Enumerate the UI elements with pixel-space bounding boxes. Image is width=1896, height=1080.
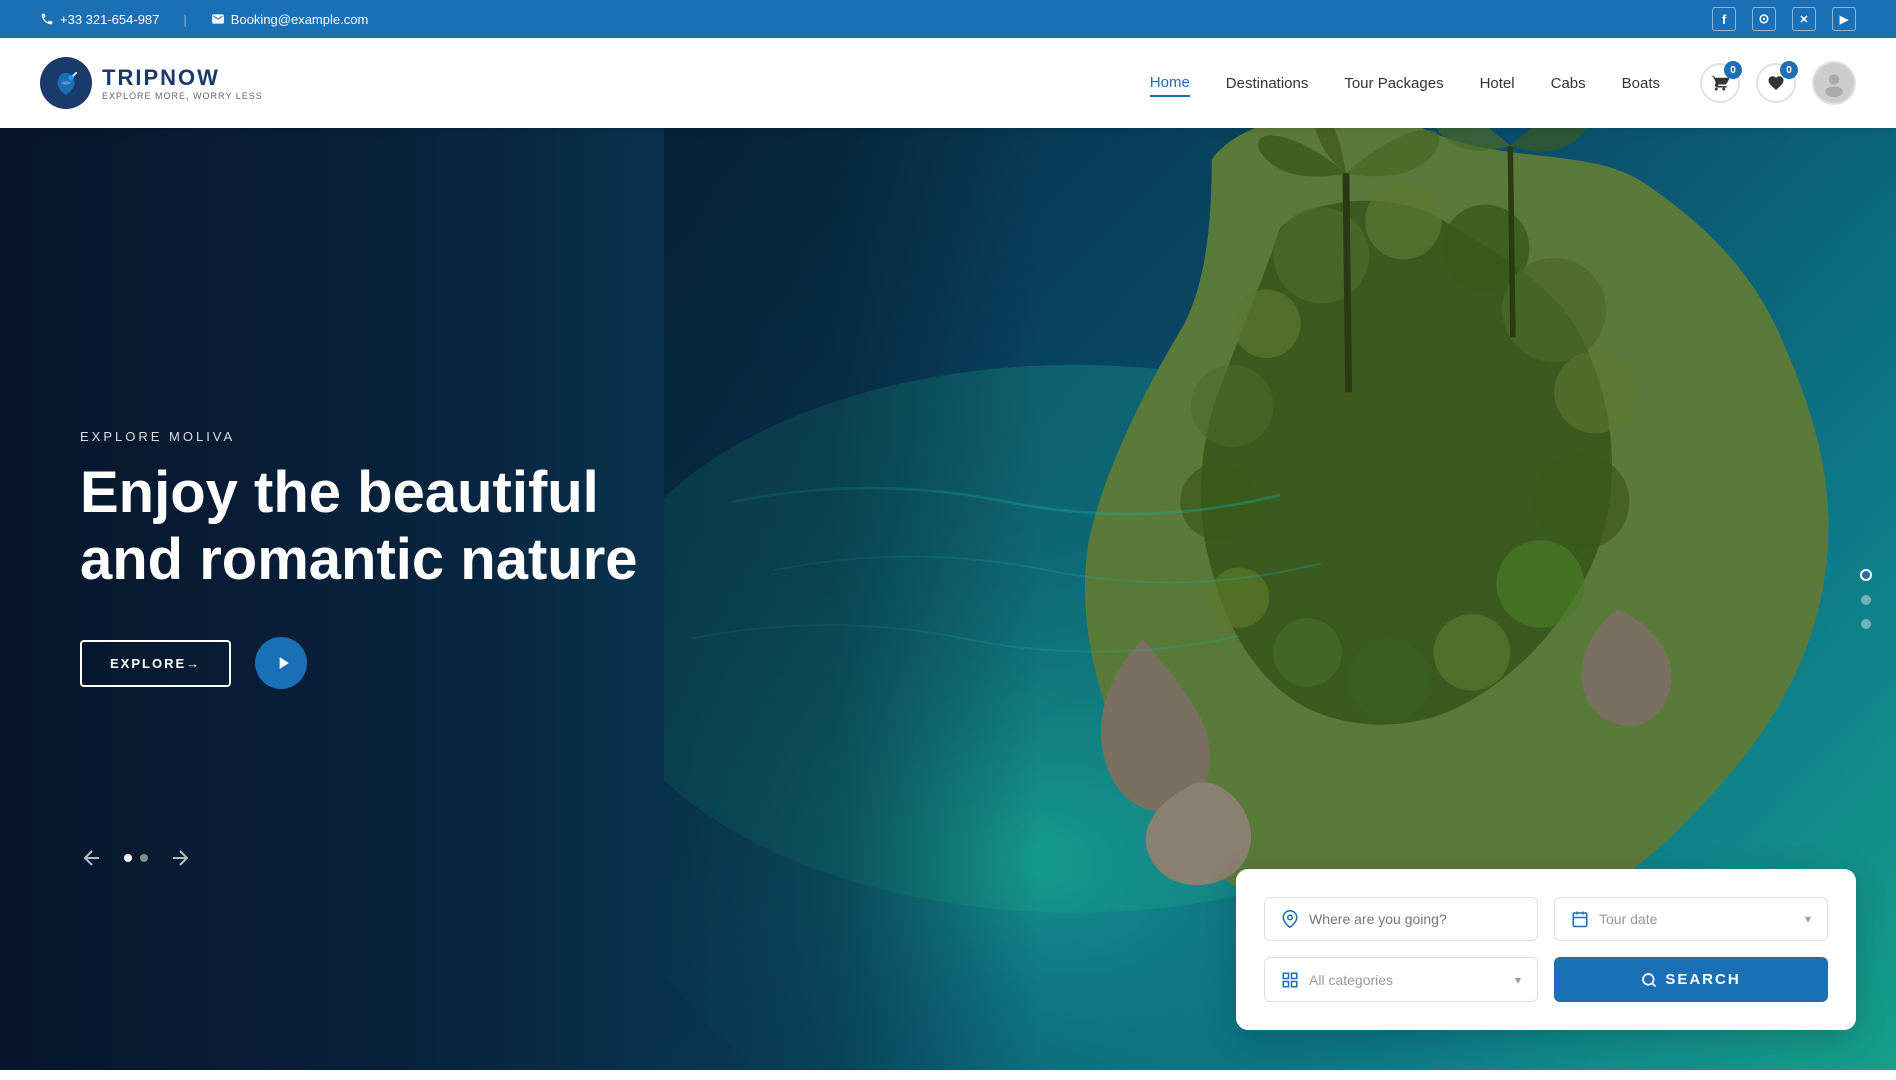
logo-icon: [40, 57, 92, 109]
email-icon: [211, 12, 225, 26]
nav-tour-packages[interactable]: Tour Packages: [1344, 71, 1443, 96]
hero-subtitle: EXPLORE MOLIVA: [80, 429, 1896, 444]
slide-arrows: [80, 846, 192, 870]
hero-title: Enjoy the beautiful and romantic nature: [80, 460, 680, 593]
search-panel: Tour date ▾ All categories Adventure Bea…: [1236, 869, 1856, 1030]
grid-icon: [1281, 971, 1299, 989]
location-icon: [1281, 910, 1299, 928]
nav-links: Home Destinations Tour Packages Hotel Ca…: [1150, 70, 1660, 97]
hero-buttons: EXPLORE→: [80, 637, 1896, 689]
nav-destinations[interactable]: Destinations: [1226, 71, 1309, 96]
prev-arrow-icon: [80, 846, 104, 870]
logo-name: TRIPNOW: [102, 65, 263, 91]
next-arrow-icon: [168, 846, 192, 870]
twitter-x-link[interactable]: ✕: [1792, 7, 1816, 31]
nav-home[interactable]: Home: [1150, 70, 1190, 97]
categories-arrow: ▾: [1515, 973, 1521, 987]
search-button[interactable]: SEARCH: [1554, 957, 1828, 1002]
nav-boats[interactable]: Boats: [1622, 71, 1660, 96]
play-icon: [273, 653, 293, 673]
calendar-icon: [1571, 910, 1589, 928]
facebook-link[interactable]: f: [1712, 7, 1736, 31]
progress-dot-2: [140, 854, 148, 862]
logo-tagline: EXPLORE MORE, WORRY LESS: [102, 91, 263, 101]
cart-button[interactable]: 0: [1700, 63, 1740, 103]
wishlist-badge: 0: [1780, 61, 1798, 79]
topbar: +33 321-654-987 | Booking@example.com f …: [0, 0, 1896, 38]
nav-hotel[interactable]: Hotel: [1480, 71, 1515, 96]
logo-svg: [49, 66, 83, 100]
nav-cabs[interactable]: Cabs: [1551, 71, 1586, 96]
slide-dot-1[interactable]: [1860, 569, 1872, 581]
explore-button[interactable]: EXPLORE→: [80, 640, 231, 687]
phone-contact: +33 321-654-987: [40, 12, 159, 27]
cart-badge: 0: [1724, 61, 1742, 79]
email-contact: Booking@example.com: [211, 12, 368, 27]
avatar-icon: [1820, 69, 1848, 97]
topbar-contact: +33 321-654-987 | Booking@example.com: [40, 12, 368, 27]
next-slide-button[interactable]: [168, 846, 192, 870]
tourdate-field[interactable]: Tour date ▾: [1554, 897, 1828, 941]
tourdate-label: Tour date: [1599, 911, 1657, 927]
destination-field[interactable]: [1264, 897, 1538, 941]
play-button[interactable]: [255, 637, 307, 689]
categories-field[interactable]: All categories Adventure Beach Cultural …: [1264, 957, 1538, 1002]
instagram-link[interactable]: ⊙: [1752, 7, 1776, 31]
slide-progress: [124, 854, 148, 862]
logo[interactable]: TRIPNOW EXPLORE MORE, WORRY LESS: [40, 57, 263, 109]
wishlist-button[interactable]: 0: [1756, 63, 1796, 103]
categories-wrapper: All categories Adventure Beach Cultural …: [1309, 972, 1521, 988]
tourdate-wrapper: Tour date ▾: [1599, 911, 1811, 927]
slide-dot-2[interactable]: [1861, 595, 1871, 605]
phone-icon: [40, 12, 54, 26]
prev-slide-button[interactable]: [80, 846, 104, 870]
hero-section: EXPLORE MOLIVA Enjoy the beautiful and r…: [0, 128, 1896, 1070]
slide-dot-3[interactable]: [1861, 619, 1871, 629]
nav-actions: 0 0: [1700, 61, 1856, 105]
search-icon: [1641, 972, 1657, 988]
logo-text: TRIPNOW EXPLORE MORE, WORRY LESS: [102, 65, 263, 101]
navbar: TRIPNOW EXPLORE MORE, WORRY LESS Home De…: [0, 38, 1896, 128]
destination-input[interactable]: [1309, 911, 1521, 927]
youtube-link[interactable]: ▶: [1832, 7, 1856, 31]
search-button-label: SEARCH: [1665, 971, 1740, 988]
categories-select[interactable]: All categories Adventure Beach Cultural …: [1309, 972, 1521, 988]
topbar-social: f ⊙ ✕ ▶: [1712, 7, 1856, 31]
tourdate-arrow: ▾: [1805, 912, 1811, 926]
avatar[interactable]: [1812, 61, 1856, 105]
progress-dot-1: [124, 854, 132, 862]
slide-dots-right: [1860, 569, 1872, 629]
